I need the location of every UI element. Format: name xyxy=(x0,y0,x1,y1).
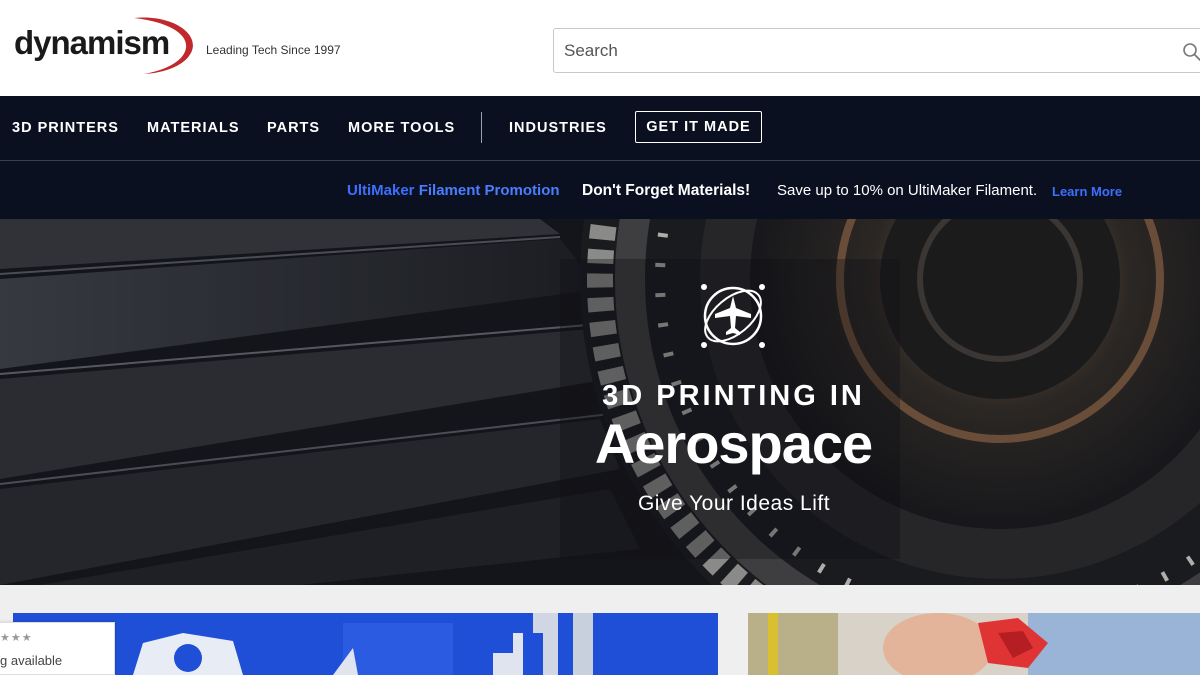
printed-parts-image xyxy=(13,613,718,675)
search-icon[interactable] xyxy=(1182,42,1200,62)
promo-text: Save up to 10% on UltiMaker Filament. xyxy=(777,182,1038,199)
nav-divider xyxy=(481,112,482,143)
promo-title: Don't Forget Materials! xyxy=(582,182,751,199)
nav-item-industries[interactable]: INDUSTRIES xyxy=(509,120,607,136)
nav-item-3d-printers[interactable]: 3D PRINTERS xyxy=(12,120,119,136)
main-nav: 3D PRINTERS MATERIALS PARTS MORE TOOLS I… xyxy=(0,96,1200,160)
hero-banner[interactable]: 3D PRINTING IN Aerospace Give Your Ideas… xyxy=(0,219,1200,585)
promo-link-brand: UltiMaker xyxy=(347,182,415,199)
feature-cards-section xyxy=(0,585,1200,675)
nav-item-materials[interactable]: MATERIALS xyxy=(147,120,240,136)
promo-link[interactable]: UltiMaker Filament Promotion xyxy=(347,182,560,199)
hand-holding-part-image xyxy=(748,613,1200,675)
dynamism-logo[interactable]: dynamism xyxy=(14,16,199,76)
search-box[interactable] xyxy=(553,28,1200,73)
search-input[interactable] xyxy=(554,29,1174,72)
tagline: Leading Tech Since 1997 xyxy=(206,43,341,57)
nav-item-more-tools[interactable]: MORE TOOLS xyxy=(348,120,455,136)
airplane-globe-icon xyxy=(701,284,765,348)
rating-text: g available xyxy=(0,653,63,668)
hero-title: Aerospace xyxy=(594,412,873,475)
hero-kicker: 3D PRINTING IN xyxy=(602,380,865,412)
rating-stars-icon: ★★★ xyxy=(0,632,33,644)
site-header: dynamism Leading Tech Since 1997 xyxy=(0,0,1200,96)
logo-swoosh-icon xyxy=(134,17,193,74)
feature-card-materials[interactable] xyxy=(748,613,1200,675)
feature-card-parts[interactable] xyxy=(13,613,718,675)
nav-item-parts[interactable]: PARTS xyxy=(267,120,320,136)
learn-more-link[interactable]: Learn More xyxy=(1052,184,1122,199)
rating-widget[interactable]: ★★★ g available xyxy=(0,622,115,675)
hero-subtitle: Give Your Ideas Lift xyxy=(637,492,831,515)
promo-link-label: Filament Promotion xyxy=(418,182,560,199)
promo-bar: UltiMaker Filament Promotion Don't Forge… xyxy=(0,160,1200,219)
get-it-made-button[interactable]: GET IT MADE xyxy=(635,111,762,143)
